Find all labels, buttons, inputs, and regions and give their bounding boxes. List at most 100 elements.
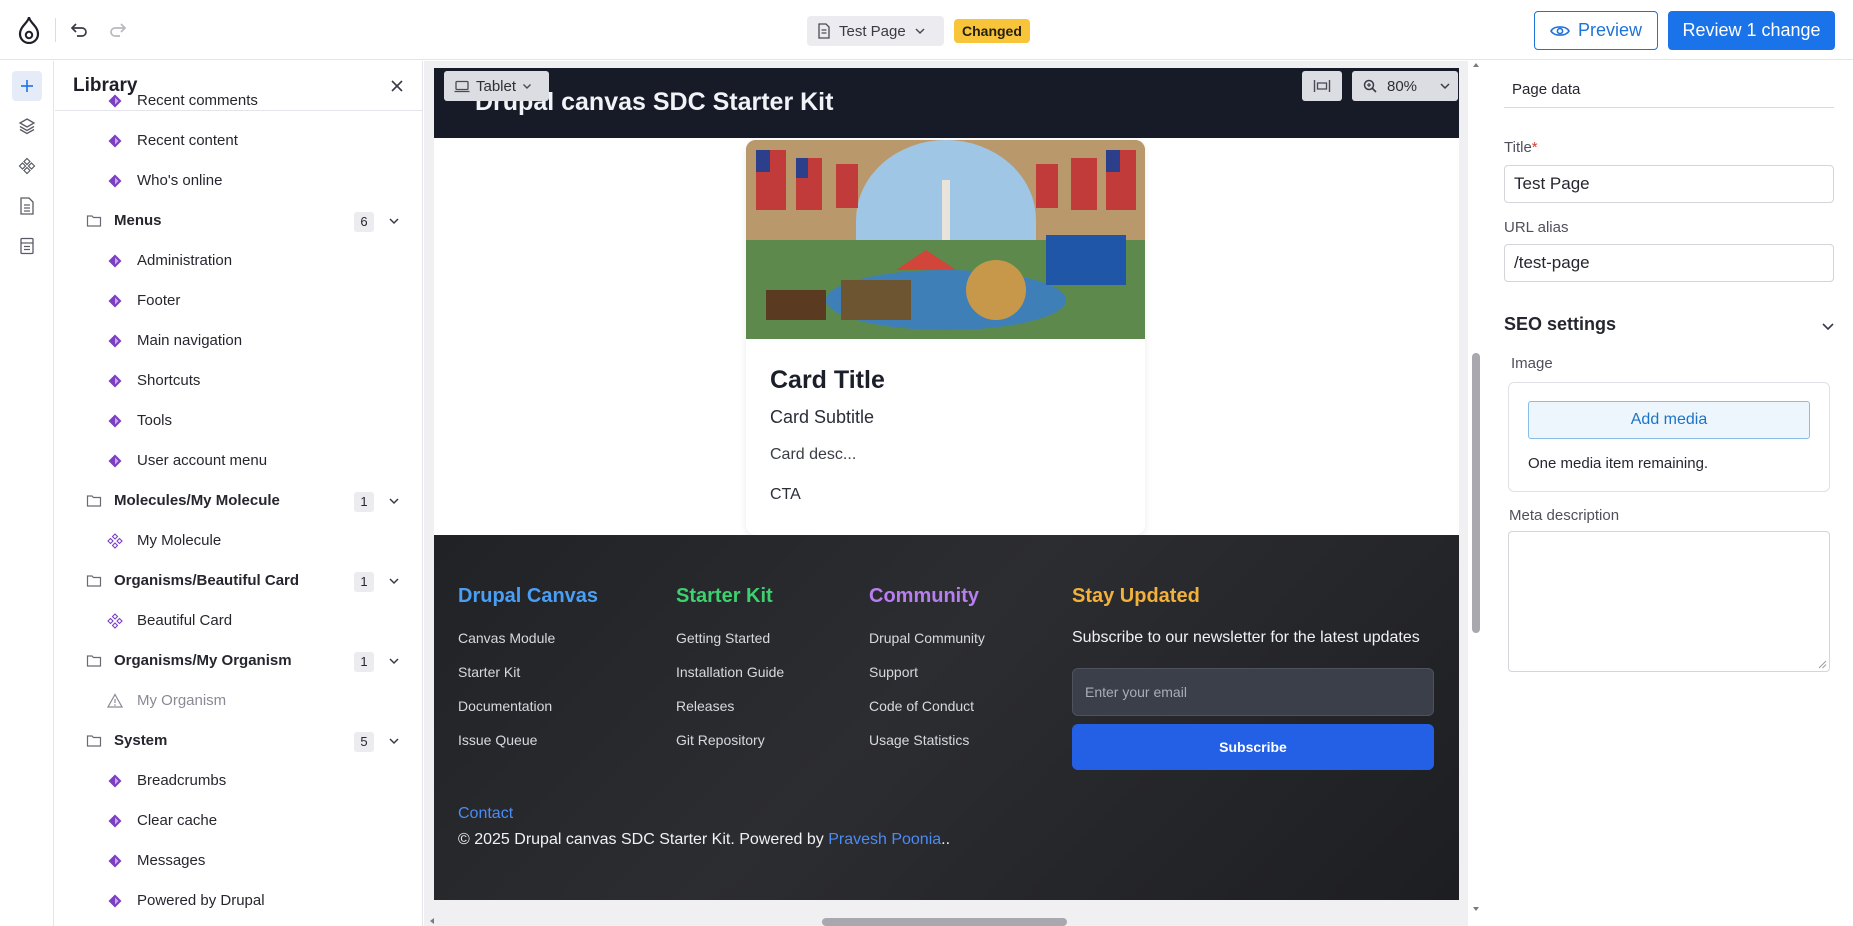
page-data-panel: Page data Title* Test Page URL alias /te… <box>1482 61 1853 926</box>
footer-link[interactable]: Canvas Module <box>458 630 555 646</box>
email-field[interactable]: Enter your email <box>1072 668 1434 716</box>
chevron-down-icon[interactable] <box>388 575 400 587</box>
library-item[interactable]: Footer <box>55 283 422 319</box>
title-field[interactable]: Test Page <box>1504 165 1834 203</box>
library-item[interactable]: Administration <box>55 243 422 279</box>
library-item[interactable]: Recent content <box>55 123 422 159</box>
chevron-down-icon <box>523 84 532 89</box>
tab-page-data[interactable]: Page data <box>1512 81 1580 98</box>
footer-link[interactable]: Usage Statistics <box>869 732 969 748</box>
add-media-button[interactable]: Add media <box>1528 401 1810 439</box>
library-folder[interactable]: Molecules/My Molecule 1 <box>55 483 422 519</box>
scrollbar-thumb[interactable] <box>1472 353 1480 633</box>
library-item[interactable]: Shortcuts <box>55 363 422 399</box>
folder-icon <box>86 655 102 667</box>
fit-to-width-button[interactable] <box>1302 71 1342 101</box>
copyright: © 2025 Drupal canvas SDC Starter Kit. Po… <box>458 831 950 849</box>
library-item[interactable]: Beautiful Card <box>55 603 422 639</box>
library-folder[interactable]: Organisms/My Organism 1 <box>55 643 422 679</box>
drupal-logo-icon[interactable] <box>17 16 41 44</box>
chevron-down-icon[interactable] <box>388 655 400 667</box>
scroll-up-icon[interactable] <box>1472 61 1480 69</box>
preview-button[interactable]: Preview <box>1534 11 1658 50</box>
footer-link[interactable]: Support <box>869 664 918 680</box>
library-item[interactable]: User account menu <box>55 443 422 479</box>
undo-icon[interactable] <box>69 20 89 40</box>
library-item[interactable]: Messages <box>55 843 422 879</box>
library-item[interactable]: Who's online <box>55 163 422 199</box>
library-item-label: Administration <box>137 252 233 269</box>
subscribe-button[interactable]: Subscribe <box>1072 724 1434 770</box>
left-rail <box>0 61 54 926</box>
chevron-down-icon <box>1440 83 1450 90</box>
chevron-down-icon[interactable] <box>388 495 400 507</box>
library-item[interactable]: My Molecule <box>55 523 422 559</box>
newsletter-heading: Stay Updated <box>1072 585 1200 607</box>
beautiful-card[interactable]: Card Title Card Subtitle Card desc... CT… <box>746 140 1145 535</box>
footer-link[interactable]: Installation Guide <box>676 664 784 680</box>
library-item[interactable]: My Organism <box>55 683 422 719</box>
library-item-label: My Organism <box>137 692 227 709</box>
page-selector[interactable]: Test Page <box>807 16 944 46</box>
block-component-icon <box>108 334 122 348</box>
item-count-badge: 1 <box>354 652 374 672</box>
footer-link[interactable]: Git Repository <box>676 732 765 748</box>
library-folder[interactable]: System 5 <box>55 723 422 759</box>
footer-link[interactable]: Starter Kit <box>458 664 520 680</box>
review-changes-button[interactable]: Review 1 change <box>1668 11 1835 50</box>
zoom-selector[interactable]: 80% <box>1352 71 1458 101</box>
library-item[interactable]: Tools <box>55 403 422 439</box>
resize-handle-icon[interactable] <box>1817 659 1827 669</box>
chevron-down-icon[interactable] <box>388 735 400 747</box>
scroll-down-icon[interactable] <box>1472 905 1480 913</box>
eye-icon <box>1550 25 1570 36</box>
chevron-down-icon[interactable] <box>1821 319 1835 333</box>
footer-link[interactable]: Drupal Community <box>869 630 985 646</box>
url-alias-label: URL alias <box>1504 219 1569 236</box>
folder-icon <box>86 495 102 507</box>
library-item[interactable]: Main navigation <box>55 323 422 359</box>
layers-button[interactable] <box>12 111 42 141</box>
library-item[interactable]: Powered by Drupal <box>55 883 422 919</box>
author-link[interactable]: Pravesh Poonia <box>828 831 941 848</box>
horizontal-scrollbar[interactable] <box>424 915 1468 926</box>
url-alias-field[interactable]: /test-page <box>1504 244 1834 282</box>
item-count-badge: 5 <box>354 732 374 752</box>
library-item[interactable]: Recent comments <box>55 83 422 119</box>
library-item-label: Footer <box>137 292 181 309</box>
scrollbar-thumb[interactable] <box>822 918 1067 926</box>
vertical-scrollbar[interactable] <box>1471 61 1481 926</box>
folder-icon <box>86 215 102 227</box>
add-button[interactable] <box>12 71 42 101</box>
library-item-label: Clear cache <box>137 812 218 829</box>
chevron-down-icon <box>915 28 925 35</box>
footer-link[interactable]: Documentation <box>458 698 552 714</box>
templates-button[interactable] <box>12 231 42 261</box>
scroll-left-icon[interactable] <box>428 917 436 925</box>
footer-link[interactable]: Releases <box>676 698 734 714</box>
site-footer[interactable]: Drupal Canvas Canvas Module Starter Kit Doc… <box>434 535 1459 900</box>
library-item[interactable]: Clear cache <box>55 803 422 839</box>
chevron-down-icon[interactable] <box>388 215 400 227</box>
contact-link[interactable]: Contact <box>458 805 513 823</box>
laptop-icon <box>454 80 470 92</box>
footer-link[interactable]: Getting Started <box>676 630 770 646</box>
library-item-label: Breadcrumbs <box>137 772 227 789</box>
meta-description-field[interactable] <box>1508 531 1830 672</box>
library-folder[interactable]: Organisms/Beautiful Card 1 <box>55 563 422 599</box>
footer-link[interactable]: Issue Queue <box>458 732 537 748</box>
device-selector[interactable]: Tablet <box>444 71 549 101</box>
library-item[interactable]: Breadcrumbs <box>55 763 422 799</box>
library-item-label: Tools <box>137 412 173 429</box>
card-cta[interactable]: CTA <box>770 486 801 504</box>
preview-viewport[interactable]: Drupal canvas SDC Starter Kit Card Title… <box>434 68 1459 900</box>
seo-settings-toggle[interactable]: SEO settings <box>1504 314 1616 335</box>
components-button[interactable] <box>12 151 42 181</box>
library-item-label: Shortcuts <box>137 372 201 389</box>
footer-link[interactable]: Code of Conduct <box>869 698 974 714</box>
library-folder[interactable]: Menus 6 <box>55 203 422 239</box>
pages-button[interactable] <box>12 191 42 221</box>
block-component-icon <box>108 294 122 308</box>
redo-icon[interactable] <box>108 20 128 40</box>
library-item-label: Beautiful Card <box>137 612 233 629</box>
